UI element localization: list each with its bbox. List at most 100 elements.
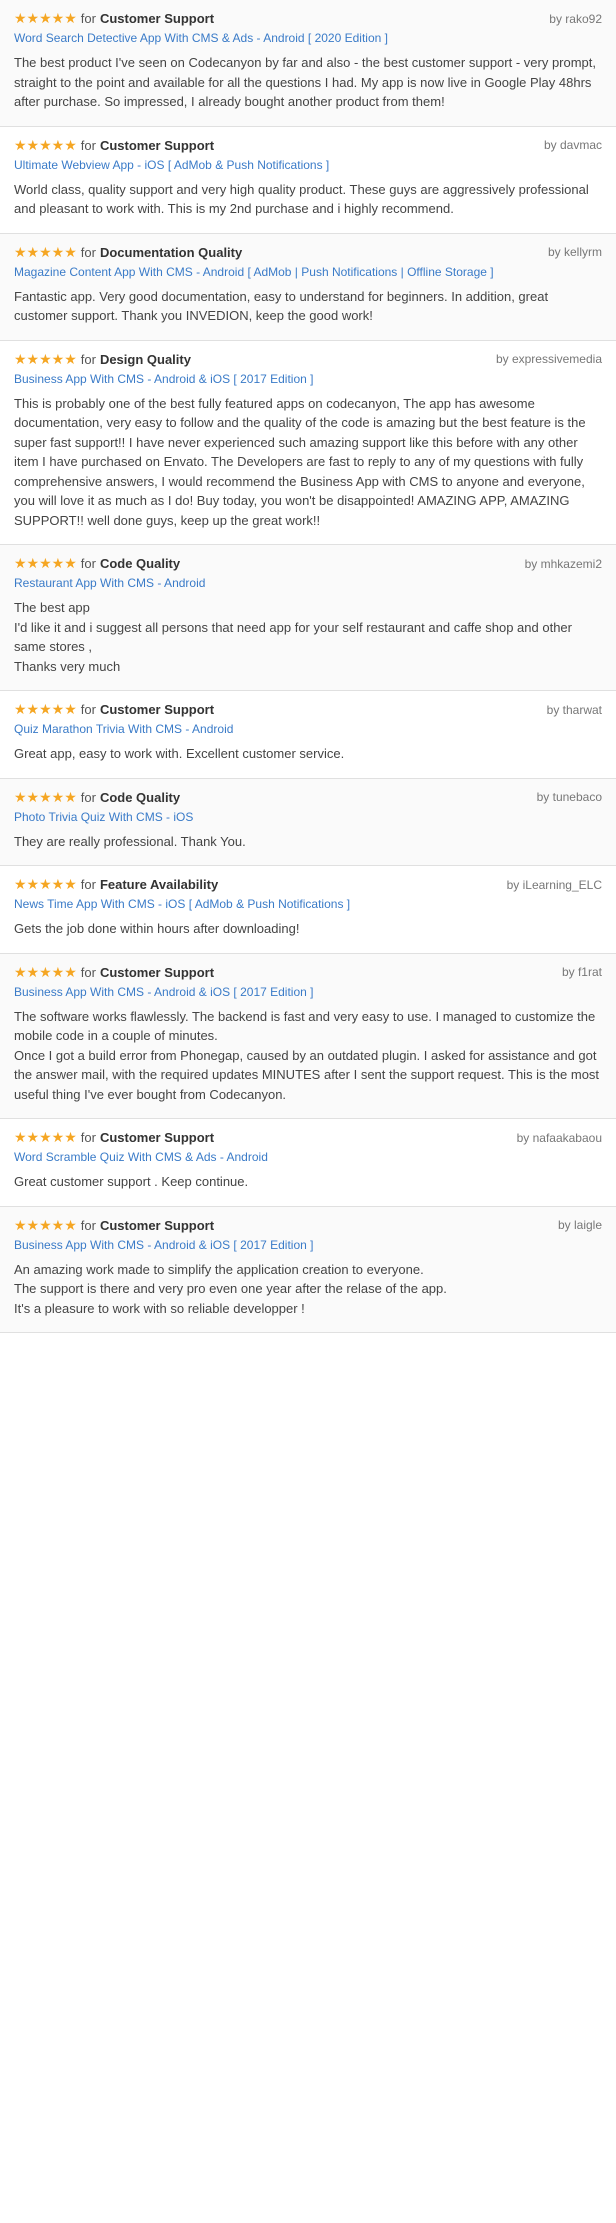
review-body: Fantastic app. Very good documentation, …	[14, 287, 602, 326]
review-left: ★★★★★ for Design Quality	[14, 351, 191, 368]
star-rating: ★★★★★	[14, 351, 77, 368]
review-type: Customer Support	[100, 11, 214, 26]
review-header: ★★★★★ for Customer Support by laigle	[14, 1217, 602, 1234]
for-label: for	[81, 1218, 96, 1233]
review-type: Customer Support	[100, 1218, 214, 1233]
review-card-5: ★★★★★ for Code Quality by mhkazemi2 Restaura…	[0, 545, 616, 691]
star-rating: ★★★★★	[14, 137, 77, 154]
review-card-9: ★★★★★ for Customer Support by f1rat Business…	[0, 954, 616, 1120]
for-label: for	[81, 877, 96, 892]
review-product-link[interactable]: Photo Trivia Quiz With CMS - iOS	[14, 810, 602, 824]
review-left: ★★★★★ for Customer Support	[14, 1129, 214, 1146]
review-author: by kellyrm	[548, 245, 602, 259]
review-card-6: ★★★★★ for Customer Support by tharwat Quiz M…	[0, 691, 616, 779]
review-body: They are really professional. Thank You.	[14, 832, 602, 852]
for-label: for	[81, 790, 96, 805]
review-type: Customer Support	[100, 138, 214, 153]
review-header: ★★★★★ for Customer Support by f1rat	[14, 964, 602, 981]
for-label: for	[81, 352, 96, 367]
review-type: Customer Support	[100, 1130, 214, 1145]
review-author: by f1rat	[562, 965, 602, 979]
for-label: for	[81, 245, 96, 260]
review-header: ★★★★★ for Customer Support by nafaakabaou	[14, 1129, 602, 1146]
review-body: Great customer support . Keep continue.	[14, 1172, 602, 1192]
review-header: ★★★★★ for Documentation Quality by kellyrm	[14, 244, 602, 261]
for-label: for	[81, 11, 96, 26]
review-card-11: ★★★★★ for Customer Support by laigle Busines…	[0, 1207, 616, 1334]
review-left: ★★★★★ for Code Quality	[14, 789, 180, 806]
review-header: ★★★★★ for Feature Availability by iLearning…	[14, 876, 602, 893]
review-body: The best product I've seen on Codecanyon…	[14, 53, 602, 112]
review-type: Documentation Quality	[100, 245, 242, 260]
review-left: ★★★★★ for Code Quality	[14, 555, 180, 572]
review-type: Customer Support	[100, 702, 214, 717]
for-label: for	[81, 702, 96, 717]
review-product-link[interactable]: Business App With CMS - Android & iOS [ …	[14, 985, 602, 999]
star-rating: ★★★★★	[14, 1217, 77, 1234]
star-rating: ★★★★★	[14, 701, 77, 718]
review-type: Design Quality	[100, 352, 191, 367]
review-left: ★★★★★ for Customer Support	[14, 701, 214, 718]
review-author: by davmac	[544, 138, 602, 152]
review-type: Feature Availability	[100, 877, 218, 892]
review-product-link[interactable]: Word Search Detective App With CMS & Ads…	[14, 31, 602, 45]
review-card-2: ★★★★★ for Customer Support by davmac Ultimat…	[0, 127, 616, 234]
review-body: The best appI'd like it and i suggest al…	[14, 598, 602, 676]
star-rating: ★★★★★	[14, 10, 77, 27]
review-author: by tharwat	[547, 703, 602, 717]
review-header: ★★★★★ for Code Quality by mhkazemi2	[14, 555, 602, 572]
review-card-8: ★★★★★ for Feature Availability by iLearning…	[0, 866, 616, 954]
review-header: ★★★★★ for Customer Support by tharwat	[14, 701, 602, 718]
for-label: for	[81, 138, 96, 153]
review-body: World class, quality support and very hi…	[14, 180, 602, 219]
review-card-7: ★★★★★ for Code Quality by tunebaco Photo Tri…	[0, 779, 616, 867]
for-label: for	[81, 1130, 96, 1145]
star-rating: ★★★★★	[14, 244, 77, 261]
review-product-link[interactable]: Magazine Content App With CMS - Android …	[14, 265, 602, 279]
review-type: Code Quality	[100, 790, 180, 805]
review-product-link[interactable]: Restaurant App With CMS - Android	[14, 576, 602, 590]
review-product-link[interactable]: Business App With CMS - Android & iOS [ …	[14, 372, 602, 386]
star-rating: ★★★★★	[14, 876, 77, 893]
for-label: for	[81, 965, 96, 980]
review-body: This is probably one of the best fully f…	[14, 394, 602, 531]
review-card-4: ★★★★★ for Design Quality by expressivemedia…	[0, 341, 616, 546]
review-author: by laigle	[558, 1218, 602, 1232]
review-card-3: ★★★★★ for Documentation Quality by kellyrm M…	[0, 234, 616, 341]
reviews-container: ★★★★★ for Customer Support by rako92 Word Se…	[0, 0, 616, 1333]
review-product-link[interactable]: Quiz Marathon Trivia With CMS - Android	[14, 722, 602, 736]
review-card-1: ★★★★★ for Customer Support by rako92 Word Se…	[0, 0, 616, 127]
review-body: Gets the job done within hours after dow…	[14, 919, 602, 939]
star-rating: ★★★★★	[14, 1129, 77, 1146]
review-type: Code Quality	[100, 556, 180, 571]
review-author: by expressivemedia	[496, 352, 602, 366]
review-author: by iLearning_ELC	[507, 878, 602, 892]
review-author: by rako92	[549, 12, 602, 26]
review-product-link[interactable]: Word Scramble Quiz With CMS & Ads - Andr…	[14, 1150, 602, 1164]
review-header: ★★★★★ for Design Quality by expressivemedia	[14, 351, 602, 368]
star-rating: ★★★★★	[14, 964, 77, 981]
review-body: An amazing work made to simplify the app…	[14, 1260, 602, 1319]
review-left: ★★★★★ for Documentation Quality	[14, 244, 242, 261]
review-body: The software works flawlessly. The backe…	[14, 1007, 602, 1105]
review-card-10: ★★★★★ for Customer Support by nafaakabaou Wo…	[0, 1119, 616, 1207]
for-label: for	[81, 556, 96, 571]
star-rating: ★★★★★	[14, 789, 77, 806]
review-left: ★★★★★ for Feature Availability	[14, 876, 218, 893]
review-left: ★★★★★ for Customer Support	[14, 137, 214, 154]
review-body: Great app, easy to work with. Excellent …	[14, 744, 602, 764]
review-author: by tunebaco	[537, 790, 602, 804]
review-author: by mhkazemi2	[525, 557, 602, 571]
review-product-link[interactable]: Ultimate Webview App - iOS [ AdMob & Pus…	[14, 158, 602, 172]
review-header: ★★★★★ for Code Quality by tunebaco	[14, 789, 602, 806]
review-header: ★★★★★ for Customer Support by davmac	[14, 137, 602, 154]
star-rating: ★★★★★	[14, 555, 77, 572]
review-product-link[interactable]: News Time App With CMS - iOS [ AdMob & P…	[14, 897, 602, 911]
review-left: ★★★★★ for Customer Support	[14, 10, 214, 27]
review-type: Customer Support	[100, 965, 214, 980]
review-author: by nafaakabaou	[517, 1131, 602, 1145]
review-left: ★★★★★ for Customer Support	[14, 964, 214, 981]
review-left: ★★★★★ for Customer Support	[14, 1217, 214, 1234]
review-header: ★★★★★ for Customer Support by rako92	[14, 10, 602, 27]
review-product-link[interactable]: Business App With CMS - Android & iOS [ …	[14, 1238, 602, 1252]
